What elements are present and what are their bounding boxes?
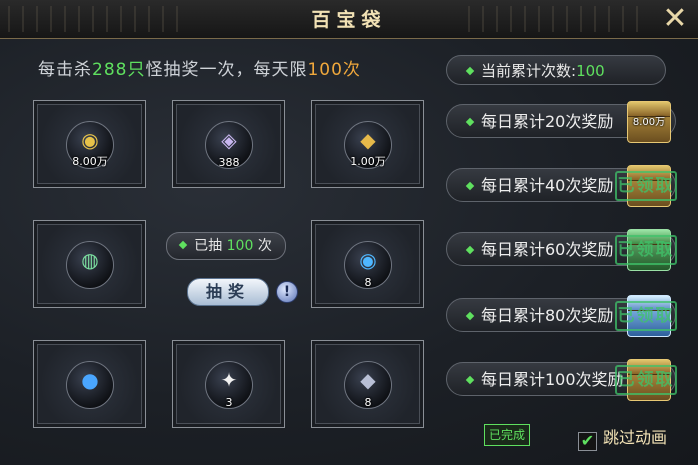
reward-label: 每日累计40次奖励 — [481, 176, 614, 195]
slot-glyph: ◉ — [359, 248, 377, 272]
diamond-bullet-icon — [465, 66, 475, 76]
blue-ring-icon: ◉ 8 — [344, 241, 392, 289]
gold-ingot-icon: ◆ 1.00万 — [344, 121, 392, 169]
reward-label: 每日累计20次奖励 — [481, 112, 614, 131]
prize-slot[interactable]: ● — [33, 340, 146, 428]
draw-count-label: 已抽 — [194, 238, 223, 254]
gold-chest-icon[interactable]: 8.00万 — [627, 101, 671, 143]
slot-count: 3 — [225, 396, 233, 409]
diamond-bullet-icon — [465, 245, 475, 255]
reward-label: 每日累计80次奖励 — [481, 306, 614, 325]
slot-glyph: ◈ — [221, 128, 237, 152]
prize-slot[interactable]: ◈ 388 — [172, 100, 285, 188]
diamond-bullet-icon — [178, 240, 188, 250]
claimed-stamp: 已领取 — [615, 171, 677, 201]
ore-stone-icon: ◆ 8 — [344, 361, 392, 409]
draw-count-badge: 已抽 100 次 — [166, 232, 286, 260]
checkbox-checked-icon[interactable]: ✔ — [578, 432, 597, 451]
prize-slot[interactable]: ◆ 8 — [311, 340, 424, 428]
draw-button[interactable]: 抽奖 — [187, 278, 269, 306]
slot-glyph: ◍ — [81, 248, 99, 272]
reward-row-40[interactable]: 每日累计40次奖励 已领取 — [446, 165, 677, 207]
reward-label: 每日累计60次奖励 — [481, 240, 614, 259]
claimed-stamp: 已领取 — [615, 235, 677, 265]
title-bar: 百宝袋 ✕ — [0, 0, 698, 39]
slot-glyph: ✦ — [220, 368, 238, 392]
reward-row-100[interactable]: 每日累计100次奖励 已领取 — [446, 359, 677, 401]
prize-slot[interactable]: ◉ 8 — [311, 220, 424, 308]
slot-glyph: ● — [81, 368, 99, 392]
reward-row-80[interactable]: 每日累计80次奖励 已领取 — [446, 295, 677, 337]
slot-glyph: ◆ — [360, 368, 376, 392]
rule-prefix: 每击杀 — [38, 60, 92, 80]
diamond-bullet-icon — [465, 117, 475, 127]
crystal-orb-icon: ◈ 388 — [205, 121, 253, 169]
cumulative-count: 当前累计次数:100 — [446, 55, 666, 85]
rule-middle: 怪抽奖一次，每天限 — [145, 60, 308, 80]
cumulative-value: 100 — [576, 62, 605, 80]
rule-limit: 100次 — [307, 60, 361, 80]
reward-row-60[interactable]: 每日累计60次奖励 已领取 — [446, 229, 677, 271]
close-icon[interactable]: ✕ — [658, 2, 692, 36]
reward-count: 8.00万 — [632, 117, 666, 128]
jade-gem-icon: ◍ — [66, 241, 114, 289]
prize-slot[interactable]: ◆ 1.00万 — [311, 100, 424, 188]
slot-glyph: ◆ — [360, 128, 376, 152]
slot-count: 8 — [364, 396, 372, 409]
window-title: 百宝袋 — [311, 9, 387, 31]
skip-animation-label: 跳过动画 — [603, 428, 668, 447]
claimed-stamp: 已领取 — [615, 301, 677, 331]
diamond-bullet-icon — [465, 311, 475, 321]
draw-rule-text: 每击杀288只怪抽奖一次，每天限100次 — [38, 55, 361, 80]
prize-slot[interactable]: ✦ 3 — [172, 340, 285, 428]
slot-glyph: ◉ — [81, 128, 99, 152]
slot-count: 8.00万 — [72, 155, 108, 168]
info-icon[interactable]: ! — [276, 281, 298, 303]
gold-coin-icon: ◉ 8.00万 — [66, 121, 114, 169]
blue-orb-icon: ● — [66, 361, 114, 409]
diamond-bullet-icon — [465, 375, 475, 385]
slot-count: 388 — [218, 156, 240, 169]
draw-count-value: 100 — [226, 238, 254, 254]
slot-count: 8 — [364, 276, 372, 289]
completed-badge: 已完成 — [484, 424, 531, 446]
rule-kills: 288只 — [92, 60, 146, 80]
reward-row-20[interactable]: 每日累计20次奖励 8.00万 — [446, 101, 676, 143]
reward-label: 每日累计100次奖励 — [481, 370, 624, 389]
draw-count-unit: 次 — [257, 238, 272, 254]
prize-slot[interactable]: ◉ 8.00万 — [33, 100, 146, 188]
wings-icon: ✦ 3 — [205, 361, 253, 409]
diamond-bullet-icon — [465, 181, 475, 191]
cumulative-label: 当前累计次数: — [481, 62, 577, 80]
claimed-stamp: 已领取 — [615, 365, 677, 395]
prize-slot[interactable]: ◍ — [33, 220, 146, 308]
skip-animation-toggle[interactable]: ✔ 跳过动画 — [578, 424, 667, 451]
treasure-bag-window: 百宝袋 ✕ 每击杀288只怪抽奖一次，每天限100次 ◉ 8.00万 ◈ 388 ◆… — [0, 0, 698, 465]
slot-count: 1.00万 — [350, 155, 386, 168]
